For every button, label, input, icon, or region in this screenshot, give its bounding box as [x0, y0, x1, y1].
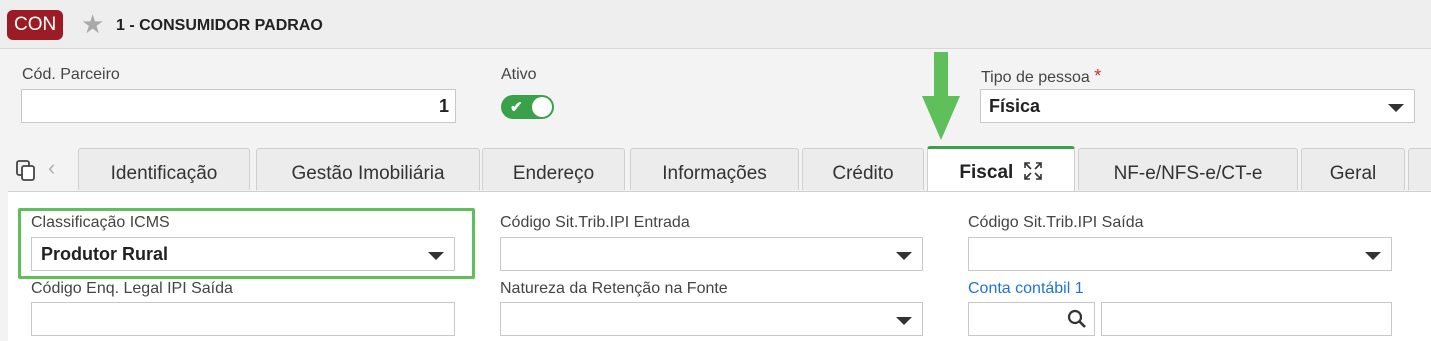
tab-fiscal[interactable]: Fiscal	[927, 146, 1075, 192]
module-badge: CON	[7, 10, 64, 40]
cod-sit-trib-ipi-saida-label: Código Sit.Trib.IPI Saída	[968, 214, 1144, 231]
conta-contabil-label[interactable]: Conta contábil 1	[968, 280, 1084, 298]
caret-down-icon	[1388, 104, 1404, 112]
tab-bar: ‹ Identificação Gestão Imobiliária Ender…	[0, 145, 1431, 192]
check-icon: ✔	[510, 99, 523, 116]
conta-contabil-code-input[interactable]	[968, 302, 1095, 336]
classificacao-icms-value: Produtor Rural	[41, 244, 169, 264]
tab-endereco[interactable]: Endereço	[482, 148, 625, 190]
natureza-retencao-label: Natureza da Retenção na Fonte	[500, 280, 728, 297]
tipo-pessoa-select[interactable]: Física	[980, 89, 1415, 123]
ativo-label: Ativo	[501, 66, 537, 83]
cod-sit-trib-ipi-saida-select[interactable]	[968, 237, 1392, 271]
cod-parceiro-label: Cód. Parceiro	[22, 66, 120, 83]
cod-enq-legal-label: Código Enq. Legal IPI Saída	[31, 280, 233, 297]
tab-identificacao[interactable]: Identificação	[78, 148, 250, 190]
caret-down-icon	[1365, 252, 1381, 260]
natureza-retencao-select[interactable]	[500, 302, 923, 336]
cod-sit-trib-ipi-entrada-select[interactable]	[500, 237, 923, 271]
classificacao-icms-label: Classificação ICMS	[31, 214, 170, 231]
tab-overflow[interactable]	[1408, 148, 1431, 190]
tab-nfe[interactable]: NF-e/NFS-e/CT-e	[1078, 148, 1298, 190]
arrow-down-icon	[922, 52, 960, 140]
star-icon[interactable]: ★	[81, 10, 104, 38]
copy-icon[interactable]	[16, 160, 36, 182]
ativo-toggle[interactable]: ✔	[501, 95, 554, 119]
cod-enq-legal-input[interactable]	[31, 302, 455, 336]
tab-credito[interactable]: Crédito	[802, 148, 924, 190]
tipo-pessoa-label-text: Tipo de pessoa	[981, 69, 1090, 86]
record-title: 1 - CONSUMIDOR PADRAO	[116, 17, 323, 34]
expand-icon[interactable]	[1023, 161, 1043, 181]
tipo-pessoa-label: Tipo de pessoa *	[981, 66, 1101, 87]
required-marker: *	[1094, 66, 1102, 86]
cod-parceiro-value: 1	[438, 96, 449, 116]
cod-parceiro-input[interactable]: 1	[21, 89, 456, 123]
chevron-left-icon[interactable]: ‹	[48, 155, 55, 181]
toggle-knob	[532, 97, 552, 117]
search-icon[interactable]	[1067, 309, 1087, 329]
caret-down-icon	[428, 252, 444, 260]
tab-geral[interactable]: Geral	[1301, 148, 1405, 190]
record-header: CON ★ 1 - CONSUMIDOR PADRAO	[0, 0, 1431, 49]
caret-down-icon	[896, 252, 912, 260]
cod-sit-trib-ipi-entrada-label: Código Sit.Trib.IPI Entrada	[500, 214, 690, 231]
classificacao-icms-select[interactable]: Produtor Rural	[31, 237, 455, 271]
tab-informacoes[interactable]: Informações	[630, 148, 799, 190]
tab-fiscal-label: Fiscal	[959, 162, 1014, 183]
tipo-pessoa-value: Física	[989, 96, 1041, 116]
tab-gestao-imobiliaria[interactable]: Gestão Imobiliária	[256, 148, 480, 190]
caret-down-icon	[896, 317, 912, 325]
conta-contabil-desc-field[interactable]	[1101, 302, 1392, 336]
